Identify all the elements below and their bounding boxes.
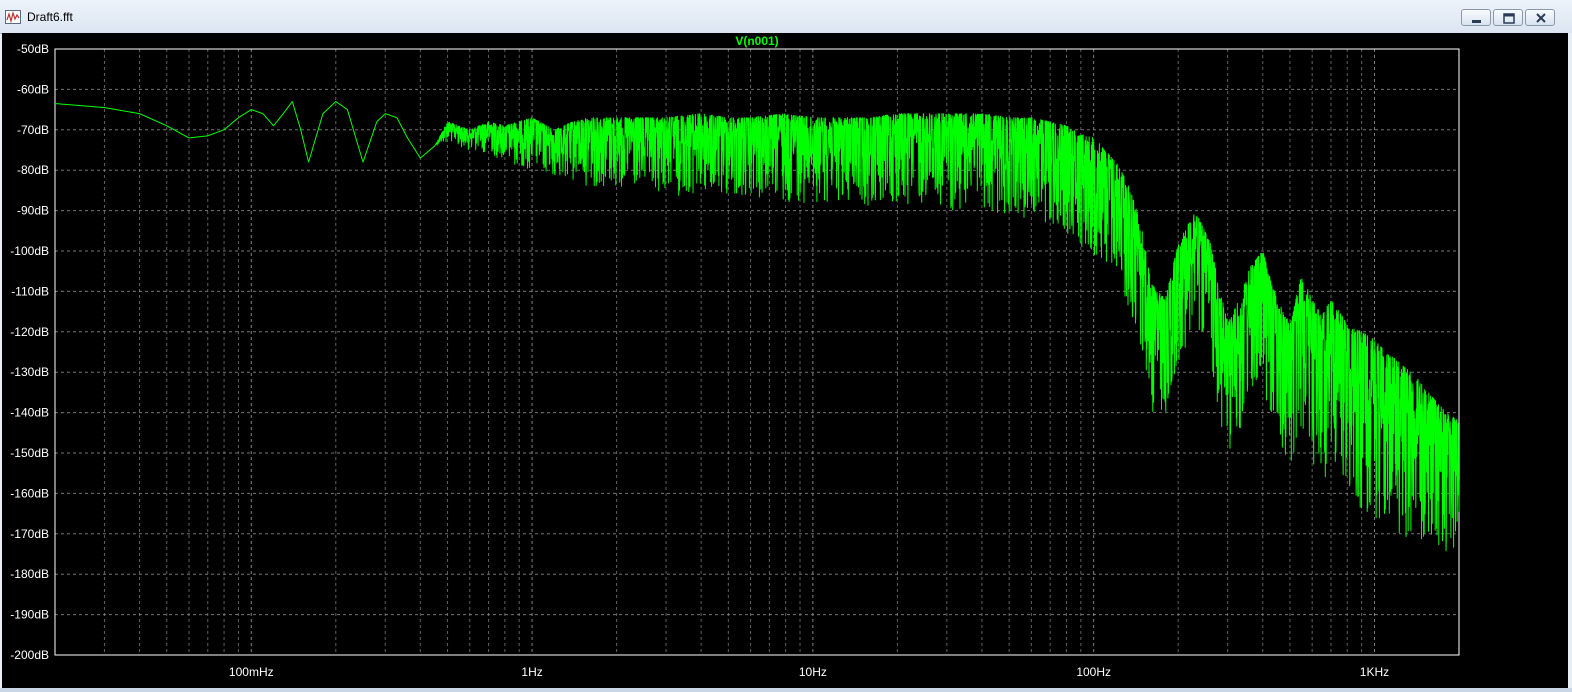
fft-chart[interactable]: -50dB -60dB -70dB -80dB -90dB -100dB -110dB -12… — [2, 33, 1568, 688]
y-tick-label: -200dB — [10, 648, 49, 662]
y-tick-label: -70dB — [17, 123, 49, 137]
close-button[interactable] — [1525, 9, 1555, 26]
y-tick-label: -60dB — [17, 82, 49, 96]
window-border-right — [1568, 33, 1572, 688]
restore-icon — [1503, 13, 1515, 24]
y-tick-label: -110dB — [11, 284, 49, 298]
y-tick-label: -100dB — [10, 244, 49, 258]
y-tick-label: -150dB — [10, 446, 49, 460]
y-tick-label: -170dB — [10, 527, 49, 541]
minimize-icon — [1472, 20, 1481, 23]
plot-frame[interactable]: -50dB -60dB -70dB -80dB -90dB -100dB -110dB -12… — [2, 33, 1568, 688]
x-tick-label: 100Hz — [1076, 665, 1111, 679]
x-tick-label: 100mHz — [229, 665, 274, 679]
close-icon — [1536, 13, 1546, 23]
y-tick-label: -130dB — [10, 365, 49, 379]
minimize-button[interactable] — [1461, 9, 1491, 26]
y-tick-label: -80dB — [17, 163, 49, 177]
x-tick-label: 1Hz — [521, 665, 542, 679]
window-title: Draft6.fft — [27, 10, 73, 24]
restore-button[interactable] — [1493, 9, 1523, 26]
y-tick-label: -90dB — [17, 204, 49, 218]
y-tick-label: -160dB — [10, 486, 49, 500]
y-tick-label: -190dB — [10, 608, 49, 622]
y-tick-label: -50dB — [17, 42, 49, 56]
y-tick-label: -140dB — [10, 406, 49, 420]
y-tick-label: -180dB — [10, 567, 49, 581]
chart-title: V(n001) — [735, 34, 778, 48]
x-tick-label: 10Hz — [799, 665, 827, 679]
y-tick-label: -120dB — [10, 325, 49, 339]
window-titlebar[interactable]: Draft6.fft — [0, 0, 1572, 34]
x-tick-label: 1KHz — [1360, 665, 1389, 679]
window-border-bottom — [0, 688, 1572, 692]
waveform-app-icon — [5, 10, 21, 24]
